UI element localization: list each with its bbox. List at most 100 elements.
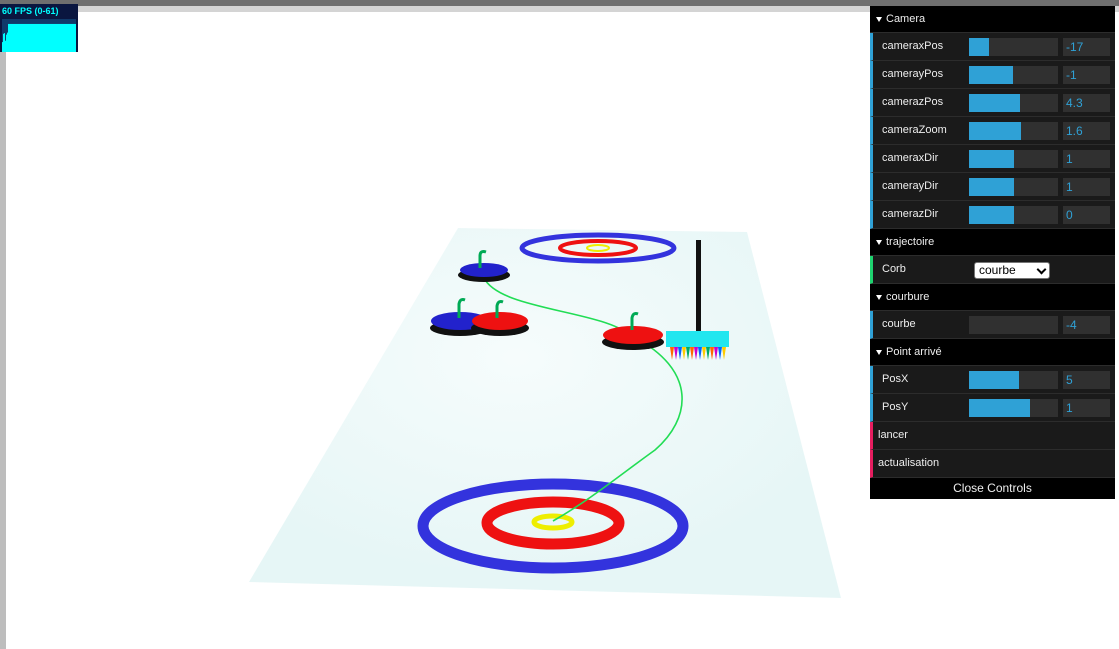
folder-courbure-title: courbure [886,291,930,303]
cameraxDir-value-input[interactable]: 1 [1063,150,1110,168]
cameraZoom-slider[interactable] [969,122,1058,140]
camerayDir-slider-fill [969,178,1015,196]
folder-camera-title: Camera [886,13,926,25]
cameraZoom-label: cameraZoom [882,124,947,136]
camera-row-cameraxPos: cameraxPos -17 [870,33,1115,61]
fps-graph-bar [43,23,44,52]
fps-graph-bar [73,23,74,52]
fps-graph-bar [24,23,25,52]
cameraxDir-slider-fill [969,150,1015,168]
folder-point-arrive-title: Point arrivé [886,346,942,358]
lancer-label: lancer [878,429,908,441]
fps-graph-bars [2,23,76,52]
camerayDir-slider[interactable] [969,178,1058,196]
fps-graph-bar [45,23,46,52]
fps-graph-bar [14,23,15,52]
fps-graph-bar [11,23,12,52]
camera-row-cameraZoom: cameraZoom 1.6 [870,117,1115,145]
corb-label: Corb [882,263,906,275]
fps-graph-bar [36,23,37,52]
camera-row-cameraxDir: cameraxDir 1 [870,145,1115,173]
cameraxPos-value-input[interactable]: -17 [1063,38,1110,56]
fps-label: 60 FPS (0-61) [2,6,59,16]
fps-graph-bar [19,23,20,52]
courbe-label: courbe [882,318,916,330]
fps-graph-bar [40,23,41,52]
fps-graph-bar [13,23,14,52]
camerayPos-label: camerayPos [882,68,944,80]
cameraxPos-slider[interactable] [969,38,1058,56]
close-controls-button[interactable]: Close Controls [870,478,1115,499]
fps-graph-bar [59,23,60,52]
camera-row-camerazPos: camerazPos 4.3 [870,89,1115,117]
camerayPos-slider-fill [969,66,1013,84]
fps-graph-bar [71,23,72,52]
fps-graph-bar [20,23,21,52]
fps-graph-bar [32,23,33,52]
fps-graph-bar [61,23,62,52]
fps-graph-bar [49,23,50,52]
camerayDir-value-input[interactable]: 1 [1063,178,1110,196]
camerayPos-value-input[interactable]: -1 [1063,66,1110,84]
camerazPos-value-input[interactable]: 4.3 [1063,94,1110,112]
fps-graph-bar [29,23,30,52]
fps-graph-bar [62,23,63,52]
controls-panel: Camera cameraxPos -17 camerayPos -1 camerazP… [870,6,1115,499]
fps-graph-bar [44,23,45,52]
fps-graph-bar [12,23,13,52]
lancer-button[interactable]: lancer [870,422,1115,450]
actualisation-button[interactable]: actualisation [870,450,1115,478]
PosY-slider[interactable] [969,399,1058,417]
camerazPos-slider-fill [969,94,1020,112]
corb-select[interactable]: courbe [974,262,1050,279]
PosX-slider[interactable] [969,371,1058,389]
cameraxDir-label: cameraxDir [882,152,939,164]
fps-graph-bar [64,23,65,52]
PosY-slider-fill [969,399,1030,417]
fps-graph-bar [66,23,67,52]
camerazPos-slider[interactable] [969,94,1058,112]
fps-graph-bar [34,23,35,52]
fps-graph-bar [28,23,29,52]
fps-graph-bar [23,23,24,52]
fps-graph-bar [46,23,47,52]
fps-graph-bar [6,34,7,52]
fps-graph-bar [7,32,8,52]
camerazDir-slider-fill [969,206,1014,224]
courbe-slider[interactable] [969,316,1058,334]
point-row-PosX: PosX 5 [870,366,1115,394]
fps-graph-bar [74,23,75,52]
camerazDir-value-input[interactable]: 0 [1063,206,1110,224]
folder-trajectoire[interactable]: trajectoire [870,229,1115,256]
fps-graph-bar [5,40,6,52]
corb-row: Corb courbe [870,256,1115,284]
PosX-value-input[interactable]: 5 [1063,371,1110,389]
camerayPos-slider[interactable] [969,66,1058,84]
fps-graph-bar [69,23,70,52]
fps-graph-bar [26,23,27,52]
fps-graph-bar [31,23,32,52]
courbe-value-input[interactable]: -4 [1063,316,1110,334]
fps-graph-bar [3,33,4,52]
fps-graph-bar [8,23,9,52]
fps-graph-bar [38,23,39,52]
folder-point-arrive[interactable]: Point arrivé [870,339,1115,366]
folder-camera[interactable]: Camera [870,6,1115,33]
camerazDir-slider[interactable] [969,206,1058,224]
fps-stats-panel[interactable]: 60 FPS (0-61) [0,4,78,52]
fps-graph-bar [2,42,3,52]
folder-courbure[interactable]: courbure [870,284,1115,311]
fps-graph-bar [70,23,71,52]
camera-controls: cameraxPos -17 camerayPos -1 camerazPos 4.3 ca… [870,33,1115,229]
chevron-down-icon [876,350,882,355]
cameraZoom-value-input[interactable]: 1.6 [1063,122,1110,140]
fps-graph-bar [25,23,26,52]
actualisation-label: actualisation [878,457,940,469]
PosY-value-input[interactable]: 1 [1063,399,1110,417]
point-row-PosY: PosY 1 [870,394,1115,422]
folder-trajectoire-title: trajectoire [886,236,935,248]
chevron-down-icon [876,295,882,300]
cameraxDir-slider[interactable] [969,150,1058,168]
fps-graph-bar [30,23,31,52]
PosX-slider-fill [969,371,1019,389]
